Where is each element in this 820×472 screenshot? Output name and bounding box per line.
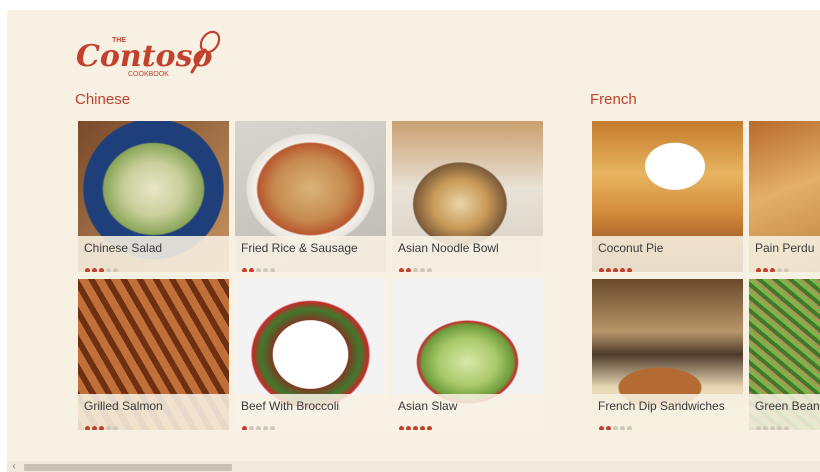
scroll-left-arrow-icon[interactable]: ‹ — [9, 461, 19, 472]
rating-dot-filled — [613, 268, 618, 272]
rating-dot-filled — [242, 268, 247, 272]
rating-dot-filled — [92, 426, 97, 430]
tile-caption: Beef With Broccoli — [235, 394, 386, 430]
rating-dot-empty — [620, 426, 625, 430]
recipe-tile-asian-slaw[interactable]: Asian Slaw — [392, 279, 543, 430]
rating-dots — [599, 260, 634, 272]
tile-caption: Asian Noodle Bowl — [392, 236, 543, 272]
rating-dot-empty — [627, 426, 632, 430]
tile-caption: Chinese Salad — [78, 236, 229, 272]
contoso-cookbook-logo: THE Contoso COOKBOOK — [74, 28, 224, 78]
rating-dot-empty — [249, 426, 254, 430]
recipe-tile-green-beans[interactable]: Green Beans — [749, 279, 820, 430]
recipe-name: Pain Perdu — [755, 241, 815, 255]
rating-dots — [599, 418, 634, 430]
rating-dot-empty — [777, 268, 782, 272]
recipe-name: Asian Slaw — [398, 399, 458, 413]
rating-dot-filled — [770, 268, 775, 272]
rating-dots — [756, 260, 791, 272]
rating-dot-filled — [249, 268, 254, 272]
rating-dot-empty — [263, 426, 268, 430]
rating-dot-filled — [763, 268, 768, 272]
tile-caption: Pain Perdu — [749, 236, 820, 272]
recipe-tile-beef-with-broccoli[interactable]: Beef With Broccoli — [235, 279, 386, 430]
recipe-tile-pain-perdu[interactable]: Pain Perdu — [749, 121, 820, 272]
logo-name-text: Contoso — [76, 39, 212, 74]
rating-dot-empty — [256, 268, 261, 272]
rating-dot-empty — [784, 426, 789, 430]
rating-dot-filled — [85, 268, 90, 272]
app-window: THE Contoso COOKBOOK Chinese French Chin… — [0, 0, 820, 472]
rating-dot-empty — [420, 268, 425, 272]
recipe-name: French Dip Sandwiches — [598, 399, 725, 413]
rating-dot-filled — [606, 268, 611, 272]
rating-dot-empty — [256, 426, 261, 430]
rating-dot-empty — [270, 268, 275, 272]
rating-dot-filled — [406, 268, 411, 272]
recipe-tile-coconut-pie[interactable]: Coconut Pie — [592, 121, 743, 272]
rating-dot-filled — [413, 426, 418, 430]
rating-dot-filled — [99, 426, 104, 430]
rating-dot-filled — [399, 426, 404, 430]
recipe-name: Fried Rice & Sausage — [241, 241, 358, 255]
rating-dot-empty — [756, 426, 761, 430]
recipe-tile-chinese-salad[interactable]: Chinese Salad — [78, 121, 229, 272]
rating-dots — [85, 260, 120, 272]
horizontal-scrollbar[interactable]: ‹ — [7, 461, 820, 472]
recipe-name: Grilled Salmon — [84, 399, 163, 413]
recipe-tile-grilled-salmon[interactable]: Grilled Salmon — [78, 279, 229, 430]
rating-dot-empty — [113, 426, 118, 430]
rating-dot-empty — [777, 426, 782, 430]
rating-dot-filled — [427, 426, 432, 430]
scroll-thumb[interactable] — [24, 464, 232, 471]
rating-dots — [399, 260, 434, 272]
rating-dot-empty — [113, 268, 118, 272]
rating-dot-filled — [599, 268, 604, 272]
rating-dot-filled — [92, 268, 97, 272]
rating-dot-filled — [406, 426, 411, 430]
group-title-chinese[interactable]: Chinese — [75, 91, 130, 108]
rating-dots — [756, 418, 791, 430]
rating-dots — [85, 418, 120, 430]
rating-dot-filled — [606, 426, 611, 430]
recipe-name: Green Beans — [755, 399, 820, 413]
rating-dot-filled — [756, 268, 761, 272]
recipe-name: Coconut Pie — [598, 241, 664, 255]
rating-dot-empty — [106, 426, 111, 430]
tile-caption: Fried Rice & Sausage — [235, 236, 386, 272]
rating-dot-empty — [106, 268, 111, 272]
recipe-tile-asian-noodle-bowl[interactable]: Asian Noodle Bowl — [392, 121, 543, 272]
rating-dot-filled — [627, 268, 632, 272]
group-title-french[interactable]: French — [590, 91, 637, 108]
rating-dot-empty — [784, 268, 789, 272]
recipe-name: Beef With Broccoli — [241, 399, 340, 413]
rating-dot-empty — [270, 426, 275, 430]
tile-caption: Asian Slaw — [392, 394, 543, 430]
rating-dot-empty — [413, 268, 418, 272]
rating-dots — [242, 418, 277, 430]
rating-dots — [399, 418, 434, 430]
rating-dots — [242, 260, 277, 272]
rating-dot-filled — [599, 426, 604, 430]
rating-dot-empty — [763, 426, 768, 430]
rating-dot-empty — [770, 426, 775, 430]
recipe-tile-fried-rice-sausage[interactable]: Fried Rice & Sausage — [235, 121, 386, 272]
recipe-tile-french-dip-sandwiches[interactable]: French Dip Sandwiches — [592, 279, 743, 430]
rating-dot-filled — [99, 268, 104, 272]
recipe-name: Asian Noodle Bowl — [398, 241, 499, 255]
rating-dot-filled — [399, 268, 404, 272]
tile-caption: Grilled Salmon — [78, 394, 229, 430]
rating-dot-filled — [85, 426, 90, 430]
rating-dot-empty — [613, 426, 618, 430]
tile-caption: Green Beans — [749, 394, 820, 430]
rating-dot-filled — [242, 426, 247, 430]
rating-dot-empty — [263, 268, 268, 272]
rating-dot-empty — [427, 268, 432, 272]
tile-caption: French Dip Sandwiches — [592, 394, 743, 430]
recipe-name: Chinese Salad — [84, 241, 163, 255]
rating-dot-filled — [620, 268, 625, 272]
logo-sub-text: COOKBOOK — [128, 71, 169, 78]
rating-dot-filled — [420, 426, 425, 430]
tile-caption: Coconut Pie — [592, 236, 743, 272]
